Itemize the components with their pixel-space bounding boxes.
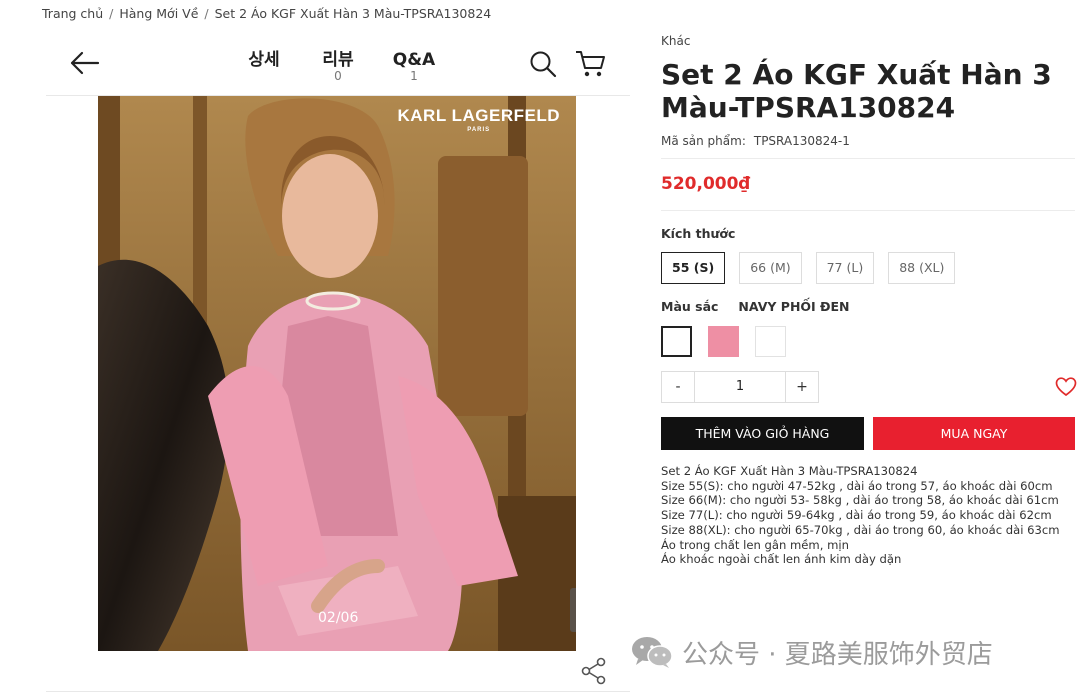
sku-label: Mã sản phẩm: xyxy=(661,134,746,148)
tab-detail-label: 상세 xyxy=(248,50,280,70)
color-swatches xyxy=(661,326,786,357)
description-line: Size 66(M): cho người 53- 58kg , dài áo … xyxy=(661,493,1059,508)
tab-review-label: 리뷰 xyxy=(322,50,354,70)
product-photo xyxy=(98,96,576,651)
breadcrumb-current: Set 2 Áo KGF Xuất Hàn 3 Màu-TPSRA130824 xyxy=(214,6,492,21)
image-counter: 02/06 xyxy=(318,610,359,626)
add-to-cart-button[interactable]: THÊM VÀO GIỎ HÀNG xyxy=(661,417,864,450)
size-label: Kích thước xyxy=(661,226,736,241)
share-icon[interactable] xyxy=(580,656,608,686)
back-arrow-icon[interactable] xyxy=(68,48,102,78)
description-line: Size 77(L): cho người 59-64kg , dài áo t… xyxy=(661,508,1052,523)
color-row: Màu sắc NAVY PHỐI ĐEN xyxy=(661,299,850,314)
color-label: Màu sắc xyxy=(661,299,719,314)
size-option-77-l[interactable]: 77 (L) xyxy=(815,252,875,284)
brand-logo-subtext: PARIS xyxy=(467,127,491,133)
breadcrumb-home[interactable]: Trang chủ xyxy=(42,6,103,21)
description-line: Size 55(S): cho người 47-52kg , dài áo t… xyxy=(661,478,1053,493)
brand-logo: KARL LAGERFELD PARIS xyxy=(397,106,560,133)
tab-review[interactable]: 리뷰 0 xyxy=(318,50,358,82)
size-options: 55 (S) 66 (M) 77 (L) 88 (XL) xyxy=(661,252,956,284)
product-header-bar: 상세 리뷰 0 Q&A 1 xyxy=(46,34,630,96)
description-line: Size 88(XL): cho người 65-70kg , dài áo … xyxy=(661,522,1060,537)
tab-qa-count: 1 xyxy=(410,69,418,83)
color-value: NAVY PHỐI ĐEN xyxy=(738,299,850,314)
quantity-input[interactable]: 1 xyxy=(694,372,786,402)
breadcrumb-new-arrivals[interactable]: Hàng Mới Về xyxy=(119,6,198,21)
size-option-66-m[interactable]: 66 (M) xyxy=(739,252,802,284)
product-category[interactable]: Khác xyxy=(661,34,690,48)
watermark-text: 公众号 · 夏路美服饰外贸店 xyxy=(682,639,993,670)
product-main-image[interactable]: KARL LAGERFELD PARIS 02/06 xyxy=(98,96,576,651)
wishlist-heart-icon[interactable] xyxy=(1055,376,1077,398)
product-price: 520,000₫ xyxy=(661,174,751,194)
cart-icon[interactable] xyxy=(574,48,608,80)
quantity-decrease-button[interactable]: - xyxy=(662,372,694,402)
product-sku: Mã sản phẩm: TPSRA130824-1 xyxy=(661,134,850,148)
quantity-increase-button[interactable]: + xyxy=(786,372,818,402)
divider xyxy=(661,210,1075,211)
color-swatch-1[interactable] xyxy=(661,326,692,357)
quantity-stepper: - 1 + xyxy=(661,371,819,403)
description-line: Set 2 Áo KGF Xuất Hàn 3 Màu-TPSRA130824 xyxy=(661,464,918,478)
buy-now-button[interactable]: MUA NGAY xyxy=(873,417,1075,450)
divider xyxy=(661,158,1075,159)
watermark: 公众号 · 夏路美服饰外贸店 xyxy=(630,632,993,672)
size-option-55-s[interactable]: 55 (S) xyxy=(661,252,726,284)
zoom-icon[interactable] xyxy=(570,588,576,632)
tab-qa[interactable]: Q&A 1 xyxy=(390,50,438,82)
tab-detail[interactable]: 상세 xyxy=(244,50,284,70)
breadcrumb: Trang chủ / Hàng Mới Về / Set 2 Áo KGF Xuất … xyxy=(42,6,491,21)
tab-review-count: 0 xyxy=(334,69,342,83)
description-line: Áo trong chất len gân mềm, mịn xyxy=(661,537,849,552)
tab-qa-label: Q&A xyxy=(392,50,436,70)
breadcrumb-separator: / xyxy=(109,6,114,21)
product-title: Set 2 Áo KGF Xuất Hàn 3 Màu-TPSRA130824 xyxy=(661,58,1052,124)
color-swatch-2[interactable] xyxy=(708,326,739,357)
wechat-icon xyxy=(632,637,673,668)
brand-logo-text: KARL LAGERFELD xyxy=(397,106,560,125)
sku-value: TPSRA130824-1 xyxy=(753,134,850,148)
product-description: Set 2 Áo KGF Xuất Hàn 3 Màu-TPSRA130824 … xyxy=(661,464,1075,567)
color-swatch-3[interactable] xyxy=(755,326,786,357)
breadcrumb-separator: / xyxy=(204,6,209,21)
description-line: Áo khoác ngoài chất len ánh kim dày dặn xyxy=(661,552,902,567)
search-icon[interactable] xyxy=(528,49,558,79)
size-option-88-xl[interactable]: 88 (XL) xyxy=(888,252,956,284)
divider xyxy=(46,691,630,692)
